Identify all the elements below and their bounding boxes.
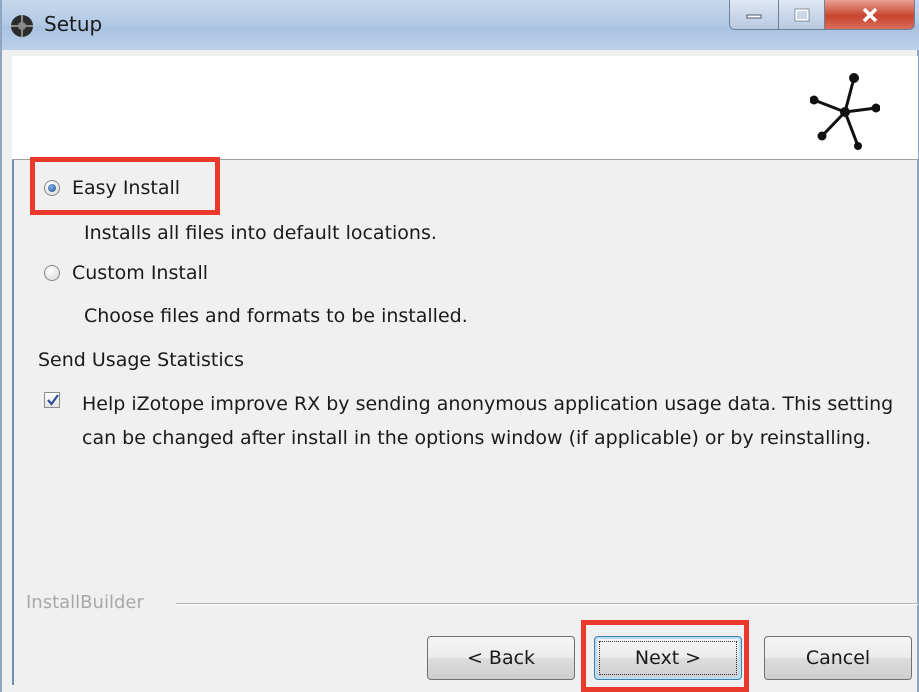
title-bar[interactable]: Setup bbox=[2, 0, 919, 50]
usage-checkbox-text[interactable]: Help iZotope improve RX by sending anony… bbox=[82, 387, 912, 455]
window-controls bbox=[729, 0, 915, 34]
radio-icon bbox=[44, 180, 60, 196]
custom-install-label: Custom Install bbox=[72, 262, 209, 284]
footer-divider bbox=[176, 603, 918, 605]
usage-section-label: Send Usage Statistics bbox=[38, 349, 244, 371]
app-icon bbox=[11, 15, 33, 37]
custom-install-radio[interactable]: Custom Install bbox=[44, 262, 208, 284]
close-icon bbox=[862, 7, 877, 22]
focus-rect bbox=[599, 641, 737, 675]
back-button[interactable]: < Back bbox=[427, 636, 575, 680]
left-accent-rule bbox=[12, 160, 14, 685]
installbuilder-label: InstallBuilder bbox=[26, 592, 144, 613]
minimize-icon bbox=[746, 14, 762, 18]
easy-install-radio[interactable]: Easy Install bbox=[44, 177, 180, 199]
maximize-button[interactable] bbox=[779, 0, 825, 30]
easy-install-description: Installs all files into default location… bbox=[84, 222, 437, 244]
close-button[interactable] bbox=[825, 0, 915, 30]
izotope-logo-icon bbox=[810, 73, 880, 150]
custom-install-description: Choose files and formats to be installed… bbox=[84, 305, 468, 327]
easy-install-label: Easy Install bbox=[72, 177, 181, 199]
usage-checkbox[interactable] bbox=[44, 392, 60, 408]
checkbox-icon bbox=[47, 394, 59, 406]
window-title: Setup bbox=[44, 12, 103, 36]
maximize-icon bbox=[794, 8, 809, 21]
radio-icon bbox=[44, 265, 60, 281]
minimize-button[interactable] bbox=[729, 0, 779, 30]
cancel-button[interactable]: Cancel bbox=[764, 636, 912, 680]
header-band bbox=[12, 56, 918, 160]
next-button[interactable]: Next > bbox=[594, 636, 742, 680]
setup-window: Setup Easy Install Installs all files in… bbox=[0, 0, 919, 692]
